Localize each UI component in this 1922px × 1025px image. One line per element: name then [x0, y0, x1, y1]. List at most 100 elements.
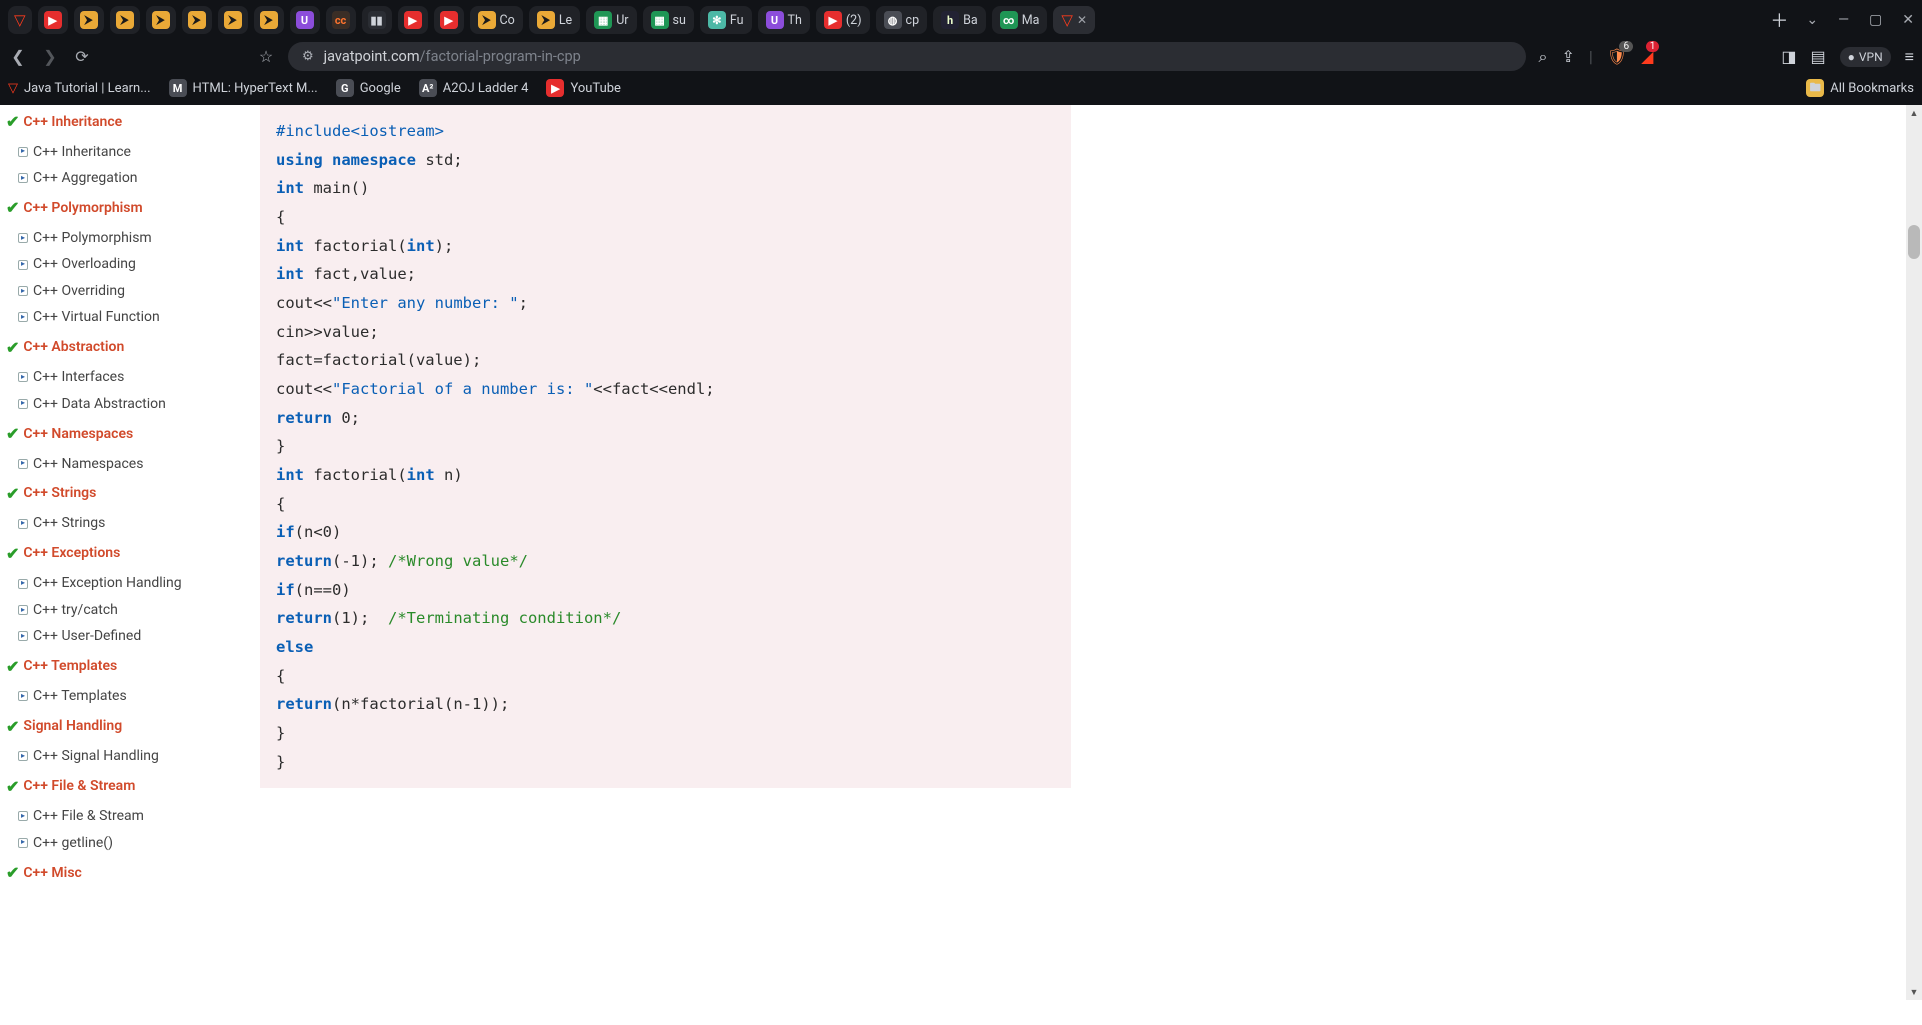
tab-yel4[interactable]: ⮞	[182, 6, 212, 34]
sidebar-item[interactable]: ▸C++ File & Stream	[0, 803, 248, 829]
sidebar-item-label: C++ Data Abstraction	[33, 393, 166, 415]
tab-pur1[interactable]: U	[290, 6, 320, 34]
vpn-button[interactable]: ● VPN	[1840, 47, 1891, 67]
tab-ytcount[interactable]: ▶(2)	[816, 6, 870, 34]
sidebar-item-label: C++ Interfaces	[33, 366, 124, 388]
sidebar-item[interactable]: ▸C++ Signal Handling	[0, 743, 248, 769]
sidebar-heading[interactable]: ✔C++ Namespaces	[0, 417, 248, 451]
tab-close-icon[interactable]: ✕	[1077, 13, 1087, 27]
back-button[interactable]: ❮	[8, 47, 28, 66]
window-minimize-icon[interactable]: —	[1838, 12, 1849, 28]
sidebar-item[interactable]: ▸C++ Overloading	[0, 251, 248, 277]
expand-icon: ▸	[18, 691, 28, 701]
tab-label: (2)	[846, 13, 862, 28]
window-maximize-icon[interactable]: ▢	[1869, 12, 1882, 28]
sidebar-heading[interactable]: ✔C++ Polymorphism	[0, 191, 248, 225]
share-icon[interactable]: ⇪	[1561, 47, 1574, 66]
window-close-icon[interactable]: ✕	[1902, 12, 1914, 28]
tab-current[interactable]: ▽✕	[1053, 6, 1095, 34]
page-scrollbar[interactable]: ▲ ▼	[1906, 105, 1922, 1000]
brave-shield-icon[interactable]: 🛡 6	[1607, 47, 1627, 66]
sidebar-item[interactable]: ▸C++ getline()	[0, 830, 248, 856]
address-bar[interactable]: ⚙ javatpoint.com/factorial-program-in-cp…	[288, 42, 1526, 71]
sidebar-item[interactable]: ▸C++ Virtual Function	[0, 304, 248, 330]
expand-icon: ▸	[18, 631, 28, 641]
sidebar-heading[interactable]: ✔C++ Inheritance	[0, 105, 248, 139]
tab-favicon-icon: ⮞	[478, 11, 496, 29]
tab-su[interactable]: ▦su	[643, 6, 694, 34]
topic-sidebar[interactable]: ✔C++ Inheritance▸C++ Inheritance▸C++ Agg…	[0, 105, 248, 1000]
scroll-thumb[interactable]	[1908, 225, 1920, 260]
tab-brave[interactable]: ▽	[8, 6, 32, 34]
bookmark-a2oj[interactable]: A²A2OJ Ladder 4	[419, 79, 529, 97]
site-lock-icon[interactable]: ⚙	[302, 49, 314, 64]
check-icon: ✔	[6, 335, 19, 361]
app-menu-icon[interactable]: ≡	[1905, 47, 1914, 67]
tab-ur[interactable]: ▦Ur	[586, 6, 636, 34]
sidebar-item[interactable]: ▸C++ Inheritance	[0, 139, 248, 165]
search-icon[interactable]: ⌕	[1538, 47, 1547, 67]
tab-ma[interactable]: ∞Ma	[992, 6, 1048, 34]
sidebar-heading[interactable]: ✔C++ Misc	[0, 856, 248, 890]
bookmark-google[interactable]: GGoogle	[336, 79, 401, 97]
tab-label: Ba	[963, 13, 978, 28]
tab-yt2[interactable]: ▶	[398, 6, 428, 34]
sidebar-item[interactable]: ▸C++ Exception Handling	[0, 570, 248, 596]
tab-co[interactable]: ⮞Co	[470, 6, 523, 34]
sidebar-heading[interactable]: ✔C++ Strings	[0, 477, 248, 511]
wallet-icon[interactable]: ▤	[1811, 47, 1826, 66]
tab-strip: ▽▶⮞⮞⮞⮞⮞⮞Ucc▮▮▶▶⮞Co⮞Le▦Ur▦su✻FuUTh▶(2)◍cp…	[0, 0, 1922, 38]
code-line: else	[276, 633, 1055, 662]
sidebar-item[interactable]: ▸C++ Interfaces	[0, 364, 248, 390]
sidebar-heading-label: C++ Strings	[23, 482, 96, 504]
sidebar-item-label: C++ Polymorphism	[33, 227, 152, 249]
bookmark-html[interactable]: MHTML: HyperText M...	[169, 79, 318, 97]
tab-yel5[interactable]: ⮞	[218, 6, 248, 34]
new-tab-button[interactable]: ＋	[1770, 7, 1788, 33]
bookmark-java[interactable]: ▽Java Tutorial | Learn...	[8, 81, 151, 96]
tab-yel6[interactable]: ⮞	[254, 6, 284, 34]
tab-le[interactable]: ⮞Le	[529, 6, 580, 34]
sidebar-item[interactable]: ▸C++ User-Defined	[0, 623, 248, 649]
sidebar-item[interactable]: ▸C++ Overriding	[0, 278, 248, 304]
tab-yt1[interactable]: ▶	[38, 6, 68, 34]
reload-button[interactable]: ⟳	[72, 47, 92, 66]
tab-yel2[interactable]: ⮞	[110, 6, 140, 34]
sidebar-item[interactable]: ▸C++ try/catch	[0, 597, 248, 623]
tab-yel1[interactable]: ⮞	[74, 6, 104, 34]
brave-rewards-icon[interactable]: ◢ 1	[1641, 47, 1653, 66]
sidebar-item-label: C++ Inheritance	[33, 141, 131, 163]
bookmark-label: A2OJ Ladder 4	[443, 81, 529, 96]
tab-fu[interactable]: ✻Fu	[700, 6, 752, 34]
sidebar-item[interactable]: ▸C++ Data Abstraction	[0, 391, 248, 417]
all-bookmarks-button[interactable]: 🖿All Bookmarks	[1806, 79, 1914, 97]
sidebar-item[interactable]: ▸C++ Templates	[0, 683, 248, 709]
tab-yt3[interactable]: ▶	[434, 6, 464, 34]
scroll-up-arrow-icon[interactable]: ▲	[1906, 105, 1922, 121]
tab-favicon-icon: ⮞	[188, 11, 206, 29]
code-line: return(1); /*Terminating condition*/	[276, 604, 1055, 633]
tab-cp[interactable]: ◍cp	[876, 6, 928, 34]
sidebar-heading[interactable]: ✔Signal Handling	[0, 710, 248, 744]
sidebar-item[interactable]: ▸C++ Strings	[0, 510, 248, 536]
tab-ba[interactable]: hBa	[933, 6, 986, 34]
bookmark-favicon-icon: ▶	[546, 79, 564, 97]
sidebar-item[interactable]: ▸C++ Namespaces	[0, 451, 248, 477]
tab-bars[interactable]: ▮▮	[362, 6, 392, 34]
sidebar-heading[interactable]: ✔C++ File & Stream	[0, 770, 248, 804]
sidebar-heading[interactable]: ✔C++ Templates	[0, 650, 248, 684]
bookmark-youtube[interactable]: ▶YouTube	[546, 79, 621, 97]
sidebar-item[interactable]: ▸C++ Aggregation	[0, 165, 248, 191]
sidebar-heading[interactable]: ✔C++ Abstraction	[0, 331, 248, 365]
bookmark-page-icon[interactable]: ☆	[256, 47, 276, 66]
expand-icon: ▸	[18, 233, 28, 243]
tab-cc[interactable]: cc	[326, 6, 356, 34]
sidebar-heading[interactable]: ✔C++ Exceptions	[0, 537, 248, 571]
sidebar-toggle-icon[interactable]: ◨	[1781, 47, 1796, 66]
sidebar-item[interactable]: ▸ C++ Polymorphism	[0, 225, 248, 251]
window-dropdown-icon[interactable]: ⌄	[1806, 12, 1818, 28]
tab-th[interactable]: UTh	[758, 6, 810, 34]
bookmark-favicon-icon: ▽	[8, 81, 18, 96]
tab-yel3[interactable]: ⮞	[146, 6, 176, 34]
scroll-down-arrow-icon[interactable]: ▼	[1906, 984, 1922, 1000]
